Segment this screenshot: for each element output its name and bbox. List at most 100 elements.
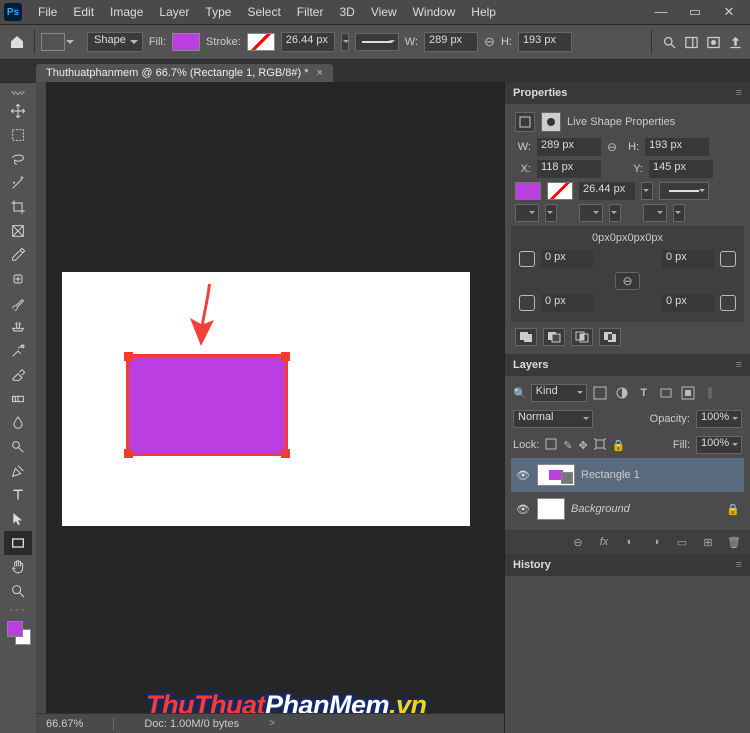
height-input[interactable]: 193 px (518, 32, 572, 52)
filter-shape-icon[interactable] (657, 385, 675, 401)
history-panel-header[interactable]: History ≡ (505, 554, 750, 576)
collapse-handle-icon[interactable] (4, 87, 32, 99)
dodge-tool[interactable] (4, 435, 32, 459)
magic-wand-tool[interactable] (4, 171, 32, 195)
healing-brush-tool[interactable] (4, 267, 32, 291)
properties-panel-header[interactable]: Properties ≡ (505, 82, 750, 104)
transform-handle-tl[interactable] (124, 352, 133, 361)
stroke-width-dropdown[interactable] (341, 33, 349, 51)
layer-name[interactable]: Rectangle 1 (581, 469, 640, 481)
layer-row-rectangle[interactable]: 👁 Rectangle 1 (511, 458, 744, 492)
prop-stroke-style-dropdown[interactable] (659, 182, 709, 200)
link-corners-icon[interactable]: ⊖ (615, 272, 639, 290)
link-layers-icon[interactable]: ⊖ (570, 536, 586, 549)
panel-menu-icon[interactable]: ≡ (736, 87, 742, 99)
menu-view[interactable]: View (363, 3, 405, 21)
adjustment-icon[interactable]: ◑ (648, 536, 664, 548)
visibility-toggle-icon[interactable]: 👁 (515, 503, 531, 516)
prop-x-input[interactable]: 118 px (537, 160, 601, 178)
menu-type[interactable]: Type (197, 3, 239, 21)
mask-mode-icon[interactable] (704, 33, 722, 51)
lock-artboard-icon[interactable] (594, 438, 606, 453)
rectangle-tool[interactable] (4, 531, 32, 555)
corner-br-input[interactable]: 0 px (662, 294, 714, 312)
canvas-area[interactable]: ThuThuatPhanMem.vn 66.67% Doc: 1.00M/0 b… (36, 82, 504, 733)
window-restore-button[interactable]: ▭ (684, 4, 706, 20)
panel-layout-icon[interactable] (682, 33, 700, 51)
filter-adjust-icon[interactable] (613, 385, 631, 401)
color-swatches[interactable] (5, 619, 31, 645)
transform-handle-bl[interactable] (124, 449, 133, 458)
marquee-tool[interactable] (4, 123, 32, 147)
menu-filter[interactable]: Filter (289, 3, 332, 21)
menu-help[interactable]: Help (463, 3, 504, 21)
share-icon[interactable] (726, 33, 744, 51)
stroke-caps-chevron[interactable] (609, 204, 621, 222)
transform-handle-tr[interactable] (281, 352, 290, 361)
eraser-tool[interactable] (4, 363, 32, 387)
edit-toolbar-icon[interactable]: ··· (4, 603, 32, 617)
collapsed-panel-gutter[interactable] (36, 82, 46, 733)
group-icon[interactable]: ▭ (674, 536, 690, 549)
tool-preset-dropdown[interactable] (41, 33, 65, 51)
stroke-corners-chevron[interactable] (673, 204, 685, 222)
menu-image[interactable]: Image (102, 3, 151, 21)
path-op-exclude-icon[interactable] (599, 328, 621, 346)
foreground-color-swatch[interactable] (7, 621, 23, 637)
mask-icon[interactable]: ◐ (622, 536, 638, 548)
stroke-width-input[interactable]: 26.44 px (281, 32, 335, 52)
status-chevron-icon[interactable]: > (269, 718, 275, 729)
stroke-align-dropdown[interactable] (515, 204, 539, 222)
layer-name[interactable]: Background (571, 503, 630, 515)
path-selection-tool[interactable] (4, 507, 32, 531)
shape-rectangle[interactable] (126, 354, 288, 456)
lock-position-icon[interactable]: ✥ (579, 439, 588, 452)
window-minimize-button[interactable]: — (650, 4, 672, 20)
filter-smart-icon[interactable] (679, 385, 697, 401)
pen-tool[interactable] (4, 459, 32, 483)
tool-mode-select[interactable]: Shape (87, 32, 143, 52)
visibility-toggle-icon[interactable]: 👁 (515, 469, 531, 482)
prop-height-input[interactable]: 193 px (645, 138, 709, 156)
layer-row-background[interactable]: 👁 Background 🔒 (511, 492, 744, 526)
lock-icon[interactable]: 🔒 (726, 503, 740, 516)
path-op-intersect-icon[interactable] (571, 328, 593, 346)
clone-stamp-tool[interactable] (4, 315, 32, 339)
prop-stroke-swatch[interactable] (547, 182, 573, 200)
gradient-tool[interactable] (4, 387, 32, 411)
link-wh-icon[interactable]: ⊖ (484, 34, 495, 50)
stroke-caps-dropdown[interactable] (579, 204, 603, 222)
opacity-input[interactable]: 100% (696, 410, 742, 428)
layer-thumb-shape[interactable] (537, 464, 575, 486)
new-layer-icon[interactable]: ⊞ (700, 536, 716, 549)
layer-fill-input[interactable]: 100% (696, 436, 742, 454)
doc-info[interactable]: Doc: 1.00M/0 bytes (144, 718, 239, 730)
type-tool[interactable] (4, 483, 32, 507)
lasso-tool[interactable] (4, 147, 32, 171)
stroke-swatch[interactable] (247, 33, 275, 51)
layers-panel-header[interactable]: Layers ≡ (505, 354, 750, 376)
stroke-corners-dropdown[interactable] (643, 204, 667, 222)
zoom-value[interactable]: 66.67% (46, 718, 83, 730)
eyedropper-tool[interactable] (4, 243, 32, 267)
lock-brush-icon[interactable]: ✎ (563, 439, 572, 452)
filter-toggle-icon[interactable] (701, 385, 719, 401)
link-dimensions-icon[interactable]: ⊖ (607, 140, 617, 154)
blur-tool[interactable] (4, 411, 32, 435)
menu-3d[interactable]: 3D (331, 3, 362, 21)
prop-stroke-width-input[interactable]: 26.44 px (579, 182, 635, 200)
prop-fill-swatch[interactable] (515, 182, 541, 200)
path-op-subtract-icon[interactable] (543, 328, 565, 346)
fill-swatch[interactable] (172, 33, 200, 51)
menu-edit[interactable]: Edit (65, 3, 102, 21)
blend-mode-select[interactable]: Normal (513, 410, 593, 428)
prop-y-input[interactable]: 145 px (649, 160, 713, 178)
corner-bl-input[interactable]: 0 px (541, 294, 593, 312)
corner-tl-input[interactable]: 0 px (541, 250, 593, 268)
filter-search-icon[interactable]: 🔍 (513, 387, 527, 400)
corner-tr-input[interactable]: 0 px (662, 250, 714, 268)
document-canvas[interactable] (62, 272, 470, 526)
filter-type-icon[interactable]: T (635, 385, 653, 401)
delete-layer-icon[interactable]: 🗑 (726, 536, 742, 549)
menu-file[interactable]: File (30, 3, 65, 21)
